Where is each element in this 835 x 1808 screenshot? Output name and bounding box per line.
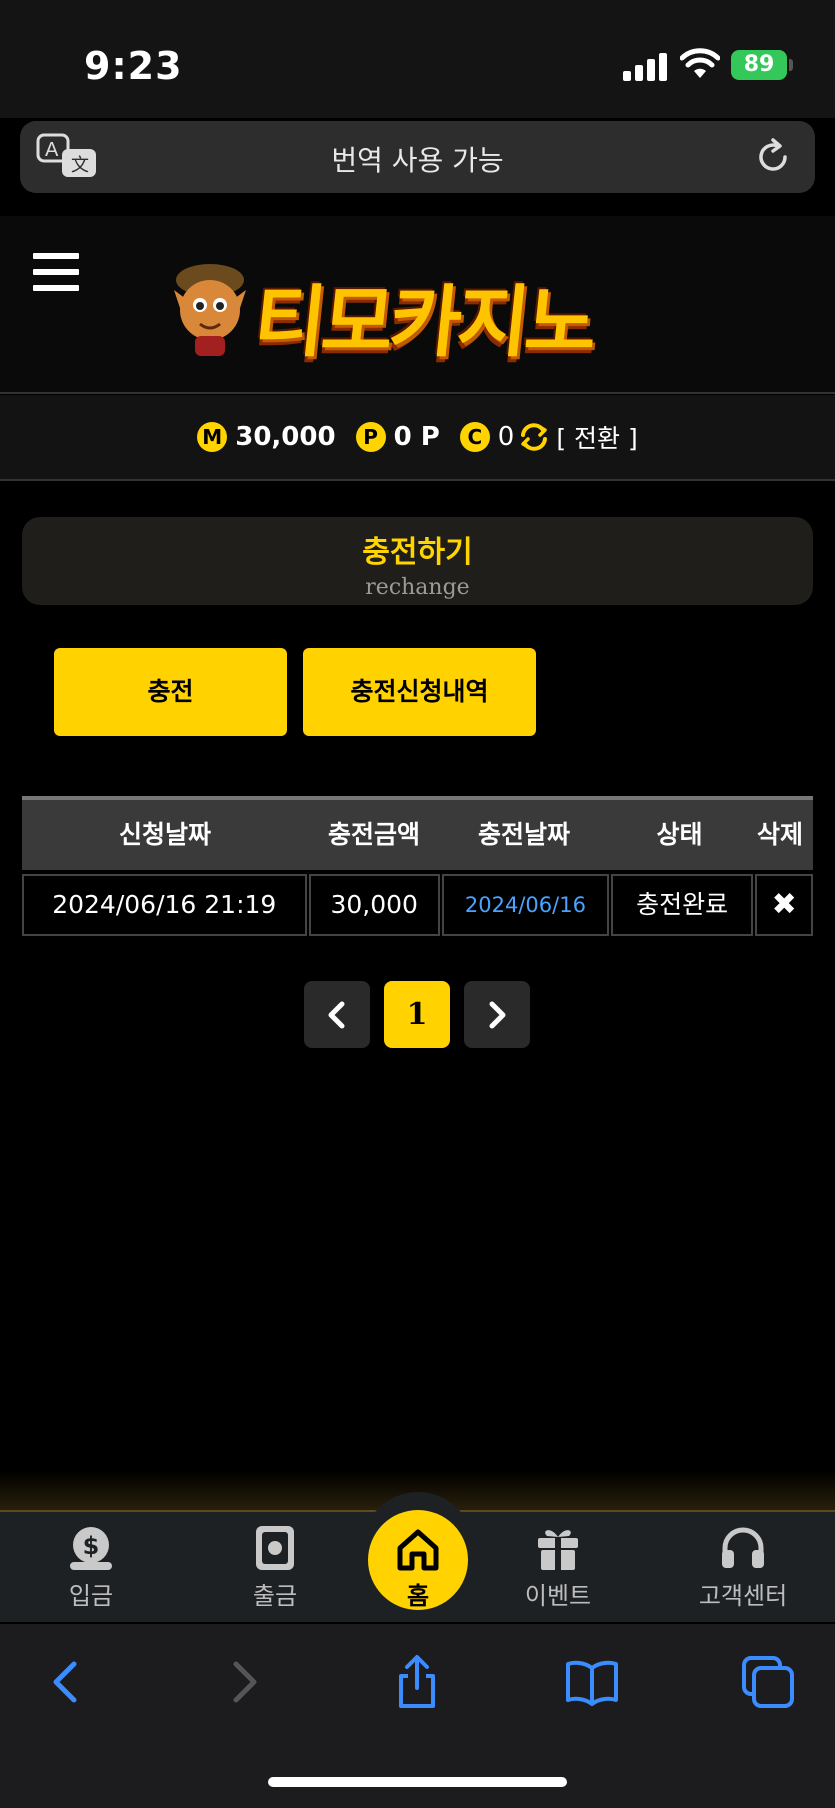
translate-bar[interactable]: A 文 번역 사용 가능 (20, 121, 815, 193)
mascot-icon (174, 264, 246, 356)
header-delete: 삭제 (756, 820, 803, 849)
nav-support[interactable]: 고객센터 (683, 1524, 803, 1611)
status-time: 9:23 (84, 44, 183, 88)
point-balance: P 0 P (355, 422, 440, 452)
wifi-icon (680, 48, 720, 78)
forward-icon[interactable] (216, 1654, 272, 1710)
site-header: 티모카지노 (0, 216, 835, 394)
page-number-current[interactable]: 1 (384, 981, 450, 1048)
logo-text: 티모카지노 (249, 278, 598, 368)
page-subtitle: rechange (365, 575, 470, 600)
cell-amount: 30,000 (308, 874, 440, 936)
casino-value: 0 (497, 422, 515, 452)
page-title: 충전하기 (362, 535, 473, 570)
casino-balance: C 0 [ 전환 ] (459, 419, 638, 455)
chevron-right-icon (489, 1001, 506, 1029)
cell-charge-date-link[interactable]: 2024/06/16 (441, 874, 609, 936)
headset-icon (722, 1527, 764, 1568)
switch-button[interactable]: [ 전환 ] (556, 419, 637, 455)
table-header: 신청날짜 충전금액 충전날짜 상태 삭제 (22, 796, 813, 870)
point-value: 0 P (393, 422, 440, 452)
prev-page-button[interactable] (304, 981, 370, 1048)
safe-icon (256, 1526, 294, 1570)
charge-button[interactable]: 충전 (54, 648, 287, 736)
money-balance: M 30,000 (197, 422, 336, 452)
next-page-button[interactable] (464, 981, 530, 1048)
back-icon[interactable] (38, 1654, 94, 1710)
nav-home-label: 홈 (406, 1582, 430, 1610)
swap-icon[interactable] (518, 421, 550, 453)
tabs-icon[interactable] (740, 1654, 796, 1710)
delete-icon[interactable]: ✖ (755, 874, 813, 936)
nav-support-label: 고객센터 (698, 1582, 788, 1610)
nav-home[interactable]: 홈 (368, 1510, 468, 1610)
translate-available-label: 번역 사용 가능 (331, 144, 504, 177)
nav-event-label: 이벤트 (524, 1582, 592, 1610)
cellular-signal-icon (623, 51, 667, 81)
nav-event[interactable]: 이벤트 (498, 1524, 618, 1611)
casino-coin-icon: C (459, 422, 490, 452)
svg-text:$: $ (83, 1532, 100, 1560)
chevron-left-icon (328, 1001, 345, 1029)
gift-icon (538, 1530, 578, 1570)
nav-withdraw-label: 출금 (252, 1582, 298, 1610)
cell-request-date: 2024/06/16 21:19 (22, 874, 307, 936)
header-status: 상태 (656, 820, 703, 849)
nav-deposit[interactable]: $ 입금 (31, 1524, 151, 1611)
cell-status: 충전완료 (611, 874, 754, 936)
status-bar: 9:23 89 (0, 0, 835, 118)
share-icon[interactable] (389, 1654, 445, 1710)
reload-icon[interactable] (753, 137, 793, 177)
battery-nub (789, 59, 793, 71)
header-charge-date: 충전날짜 (477, 820, 570, 849)
page-title-card: 충전하기 rechange (22, 517, 813, 605)
money-coin-icon: M (197, 422, 228, 452)
site-logo[interactable]: 티모카지노 (160, 250, 660, 368)
balance-bar: M 30,000 P 0 P C 0 [ 전환 ] (0, 395, 835, 481)
battery-indicator: 89 (731, 50, 787, 80)
charge-history-table: 신청날짜 충전금액 충전날짜 상태 삭제 2024/06/16 21:19 30… (22, 796, 813, 936)
nav-deposit-label: 입금 (68, 1582, 114, 1610)
house-icon (397, 1529, 439, 1571)
money-bag-icon: $ (70, 1527, 112, 1570)
money-value: 30,000 (235, 422, 336, 452)
table-row: 2024/06/16 21:19 30,000 2024/06/16 충전완료 … (22, 874, 813, 936)
point-coin-icon: P (355, 422, 386, 452)
nav-withdraw[interactable]: 출금 (215, 1524, 335, 1611)
home-indicator (268, 1777, 567, 1787)
bookmarks-icon[interactable] (564, 1654, 620, 1710)
menu-icon[interactable] (33, 253, 79, 291)
header-request-date: 신청날짜 (118, 820, 211, 849)
header-amount: 충전금액 (327, 820, 420, 849)
charge-history-button[interactable]: 충전신청내역 (303, 648, 536, 736)
